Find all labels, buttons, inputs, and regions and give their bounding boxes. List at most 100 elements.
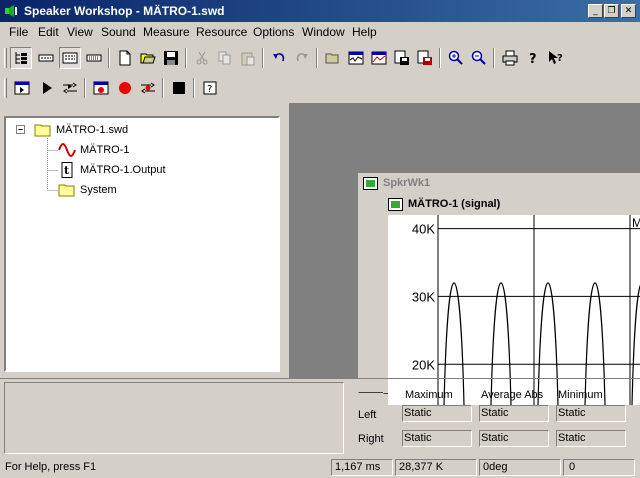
- toolbar-separator: [193, 78, 195, 98]
- tree-item-label: MÄTRO-1.Output: [80, 164, 166, 176]
- window-icon: [388, 198, 403, 211]
- toolbar-separator: [439, 48, 441, 68]
- record-window-button[interactable]: [90, 77, 112, 99]
- restore-icon: ❐: [607, 6, 616, 16]
- row-right-label: Right: [358, 433, 384, 445]
- list-view-icon: [38, 54, 54, 62]
- minimize-icon: _: [593, 6, 598, 16]
- redo-icon: [296, 53, 308, 62]
- list-view-button[interactable]: [35, 47, 57, 69]
- copy-button[interactable]: [214, 47, 236, 69]
- signal-window[interactable]: MÄTRO-1 (signal) M 40K 30K 20K: [383, 194, 640, 405]
- print-button[interactable]: [499, 47, 521, 69]
- loop-play-icon: [63, 82, 77, 94]
- close-icon: ✕: [624, 6, 633, 16]
- export-button[interactable]: [391, 47, 413, 69]
- toolbar-separator: [262, 48, 264, 68]
- splitter[interactable]: [280, 116, 288, 378]
- status-value: 0: [563, 459, 635, 476]
- spkrwk1-caption: SpkrWk1: [361, 176, 640, 192]
- detail-view-button[interactable]: [59, 47, 81, 69]
- undo-button[interactable]: [268, 47, 290, 69]
- toolbar-grip[interactable]: [4, 78, 7, 98]
- menu-file[interactable]: File: [9, 25, 28, 39]
- menu-resource[interactable]: Resource: [196, 25, 247, 39]
- svg-text:?: ?: [207, 84, 212, 95]
- open-button[interactable]: [137, 47, 159, 69]
- play-button[interactable]: [36, 77, 58, 99]
- copy-icon: [218, 51, 231, 65]
- stop-button[interactable]: [168, 77, 190, 99]
- open-resource-button[interactable]: [322, 47, 344, 69]
- menu-help[interactable]: Help: [352, 25, 377, 39]
- status-bar: For Help, press F1 1,167 ms 28,377 K 0de…: [0, 457, 640, 478]
- zoom-in-icon: [448, 50, 463, 65]
- col-maximum: Maximum: [405, 389, 453, 401]
- text-file-icon: t: [61, 162, 73, 178]
- record-button[interactable]: [114, 77, 136, 99]
- col-average-abs: Average Abs: [481, 389, 544, 401]
- svg-text:?: ?: [557, 53, 563, 64]
- left-maximum: Static: [402, 405, 472, 422]
- play-window-button[interactable]: [11, 77, 33, 99]
- menu-sound[interactable]: Sound: [101, 25, 136, 39]
- toolbar-separator: [493, 48, 495, 68]
- tree-view-icon: [15, 52, 27, 64]
- detail-view-icon: [62, 52, 78, 64]
- menu-window[interactable]: Window: [302, 25, 345, 39]
- tree-lines: [16, 125, 58, 191]
- tree-root-label: MÄTRO-1.swd: [56, 124, 129, 136]
- save-icon: [164, 51, 178, 65]
- cut-icon: [196, 51, 208, 65]
- small-view-button[interactable]: [83, 47, 105, 69]
- signal-view-icon: [348, 51, 364, 65]
- export-icon: [394, 50, 409, 65]
- loop-record-button[interactable]: [137, 77, 159, 99]
- play-icon: [43, 82, 52, 94]
- import-button[interactable]: [414, 47, 436, 69]
- maximize-button[interactable]: ❐: [604, 4, 619, 18]
- close-button[interactable]: ✕: [621, 4, 636, 18]
- open-resource-icon: [325, 53, 339, 64]
- context-help-button[interactable]: ?: [545, 47, 567, 69]
- minimize-button[interactable]: _: [588, 4, 603, 18]
- loop-play-button[interactable]: [59, 77, 81, 99]
- y-tick-label: 30K: [412, 289, 435, 304]
- menu-options[interactable]: Options: [253, 25, 294, 39]
- status-angle: 0deg: [479, 459, 561, 476]
- redo-button[interactable]: [291, 47, 313, 69]
- menu-edit[interactable]: Edit: [38, 25, 59, 39]
- window-title: Speaker Workshop - MÄTRO-1.swd: [24, 4, 225, 18]
- signal-plot[interactable]: M 40K 30K 20K: [388, 215, 640, 405]
- toolbar-grip[interactable]: [4, 48, 7, 68]
- paste-button[interactable]: [237, 47, 259, 69]
- tree-view-button[interactable]: [10, 47, 32, 69]
- speaker-workshop-app-icon: [5, 5, 17, 17]
- zoom-in-button[interactable]: [445, 47, 467, 69]
- new-file-button[interactable]: [114, 47, 136, 69]
- left-average-abs: Static: [479, 405, 549, 422]
- tree-item-label: MÄTRO-1: [80, 144, 130, 156]
- chart-view-button[interactable]: [368, 47, 390, 69]
- spkrwk1-window[interactable]: SpkrWk1 MÄTRO-1 (signal) M 40K 30K 20K: [358, 173, 640, 405]
- sound-toolbar: ?: [2, 74, 232, 102]
- menu-view[interactable]: View: [67, 25, 93, 39]
- signal-view-button[interactable]: [345, 47, 367, 69]
- save-button[interactable]: [160, 47, 182, 69]
- status-help-text: For Help, press F1: [5, 461, 97, 473]
- zoom-out-icon: [471, 50, 486, 65]
- y-tick-label: 20K: [412, 357, 435, 372]
- context-help-icon: ?: [549, 51, 563, 64]
- cut-button[interactable]: [191, 47, 213, 69]
- open-folder-icon: [140, 53, 156, 64]
- print-icon: [502, 50, 518, 66]
- menu-measure[interactable]: Measure: [143, 25, 190, 39]
- resource-tree[interactable]: MÄTRO-1.swd MÄTRO-1 t MÄTRO-1.Output Sys…: [4, 116, 280, 372]
- help-icon: ?: [529, 52, 537, 66]
- zoom-out-button[interactable]: [468, 47, 490, 69]
- folder-icon: [34, 124, 51, 137]
- calibrate-button[interactable]: ?: [199, 77, 221, 99]
- loop-record-icon: [141, 82, 155, 94]
- help-button[interactable]: ?: [522, 47, 544, 69]
- y-tick-label: 40K: [412, 222, 435, 237]
